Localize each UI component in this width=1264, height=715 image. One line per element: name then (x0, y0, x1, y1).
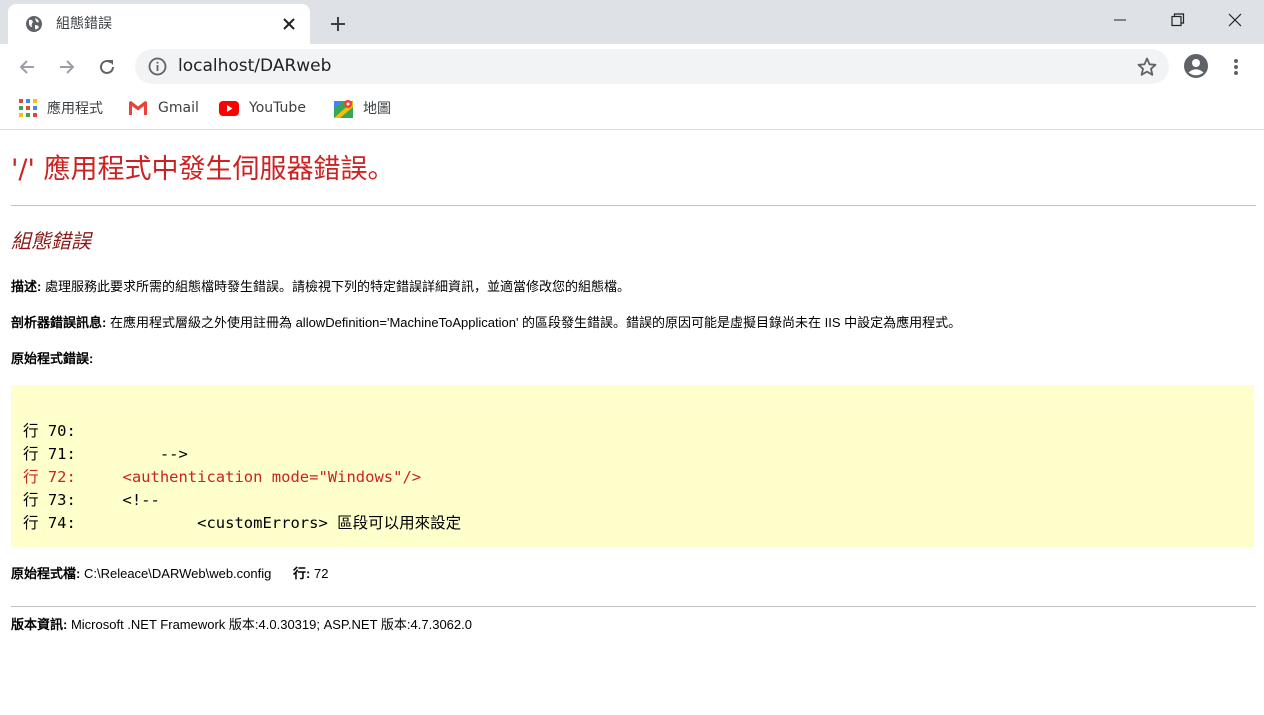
source-file-label: 原始程式檔: (11, 566, 81, 581)
bookmark-apps[interactable]: 應用程式 (19, 97, 103, 119)
reload-icon (100, 59, 114, 74)
source-file-path: C:\Releace\DARWeb\web.config (83, 566, 272, 581)
description-text: 處理服務此要求所需的組態檔時發生錯誤。請檢視下列的特定錯誤詳細資訊，並適當修改您… (44, 279, 630, 294)
maps-icon (334, 99, 353, 118)
version-label: 版本資訊: (11, 617, 68, 632)
error-subtitle: 組態錯誤 (11, 229, 91, 253)
parser-error-paragraph: 剖析器錯誤訊息: 在應用程式層級之外使用註冊為 allowDefinition=… (11, 315, 961, 331)
youtube-icon (219, 100, 239, 116)
profile-button[interactable] (1180, 50, 1212, 82)
arrow-right-icon (60, 60, 75, 74)
version-paragraph: 版本資訊: Microsoft .NET Framework 版本:4.0.30… (11, 617, 472, 633)
bookmark-gmail[interactable]: Gmail (128, 97, 199, 119)
new-tab-button[interactable] (324, 10, 352, 38)
bookmark-youtube[interactable]: YouTube (219, 97, 306, 119)
account-circle-icon (1184, 54, 1208, 78)
bookmark-maps[interactable]: 地圖 (334, 97, 391, 119)
code-line: 行 71: --> (23, 445, 188, 463)
bookmark-label: 地圖 (363, 101, 391, 117)
restore-button[interactable] (1149, 0, 1207, 40)
parser-error-label: 剖析器錯誤訊息: (11, 315, 107, 330)
bookmarks-bar: 應用程式 Gmail YouTube 地圖 (0, 90, 1264, 130)
tab-strip: 組態錯誤 (0, 0, 1264, 44)
kebab-menu-icon (1234, 59, 1238, 75)
url-text[interactable]: localhost/DARweb (178, 57, 331, 76)
line-number: 72 (314, 566, 329, 581)
description-paragraph: 描述: 處理服務此要求所需的組態檔時發生錯誤。請檢視下列的特定錯誤詳細資訊，並適… (11, 279, 630, 295)
star-icon[interactable] (1136, 56, 1158, 78)
browser-toolbar: localhost/DARweb (0, 44, 1264, 90)
source-code-box: 行 70: 行 71: --> 行 72: <authentication mo… (11, 385, 1254, 547)
source-file-paragraph: 原始程式檔: C:\Releace\DARWeb\web.config 行: 7… (11, 566, 328, 582)
code-line-highlighted: 行 72: <authentication mode="Windows"/> (23, 468, 422, 486)
code-line: 行 74: <customErrors> 區段可以用來設定 (23, 514, 462, 532)
back-button[interactable] (11, 51, 43, 83)
globe-icon (26, 16, 42, 32)
error-title: '/' 應用程式中發生伺服器錯誤。 (11, 154, 395, 185)
menu-button[interactable] (1220, 51, 1252, 83)
version-text: Microsoft .NET Framework 版本:4.0.30319; A… (70, 617, 472, 632)
minimize-button[interactable] (1091, 0, 1149, 40)
bookmark-label: 應用程式 (47, 101, 103, 117)
description-label: 描述: (11, 279, 42, 294)
source-error-label: 原始程式錯誤: (11, 351, 94, 366)
code-line: 行 73: <!-- (23, 491, 160, 509)
tab-close-icon[interactable] (278, 13, 300, 35)
info-icon[interactable] (148, 57, 167, 76)
bookmark-label: Gmail (158, 100, 199, 116)
arrow-left-icon (19, 60, 34, 74)
line-label: 行: (293, 566, 311, 581)
plus-icon (331, 17, 345, 31)
divider (11, 606, 1256, 607)
restore-icon (1171, 13, 1185, 27)
close-window-button[interactable] (1206, 0, 1264, 40)
minimize-icon (1114, 19, 1126, 21)
address-bar[interactable]: localhost/DARweb (135, 49, 1169, 84)
source-error-heading: 原始程式錯誤: (11, 351, 93, 367)
code-line: 行 70: (23, 422, 76, 440)
close-icon (1228, 13, 1242, 27)
divider (11, 205, 1256, 206)
reload-button[interactable] (91, 51, 123, 83)
bookmark-label: YouTube (249, 100, 306, 116)
forward-button[interactable] (51, 51, 83, 83)
gmail-icon (129, 101, 147, 115)
apps-grid-icon (19, 99, 37, 117)
parser-error-text: 在應用程式層級之外使用註冊為 allowDefinition='MachineT… (109, 315, 962, 330)
tab-title: 組態錯誤 (56, 16, 112, 32)
browser-tab[interactable]: 組態錯誤 (8, 4, 310, 44)
